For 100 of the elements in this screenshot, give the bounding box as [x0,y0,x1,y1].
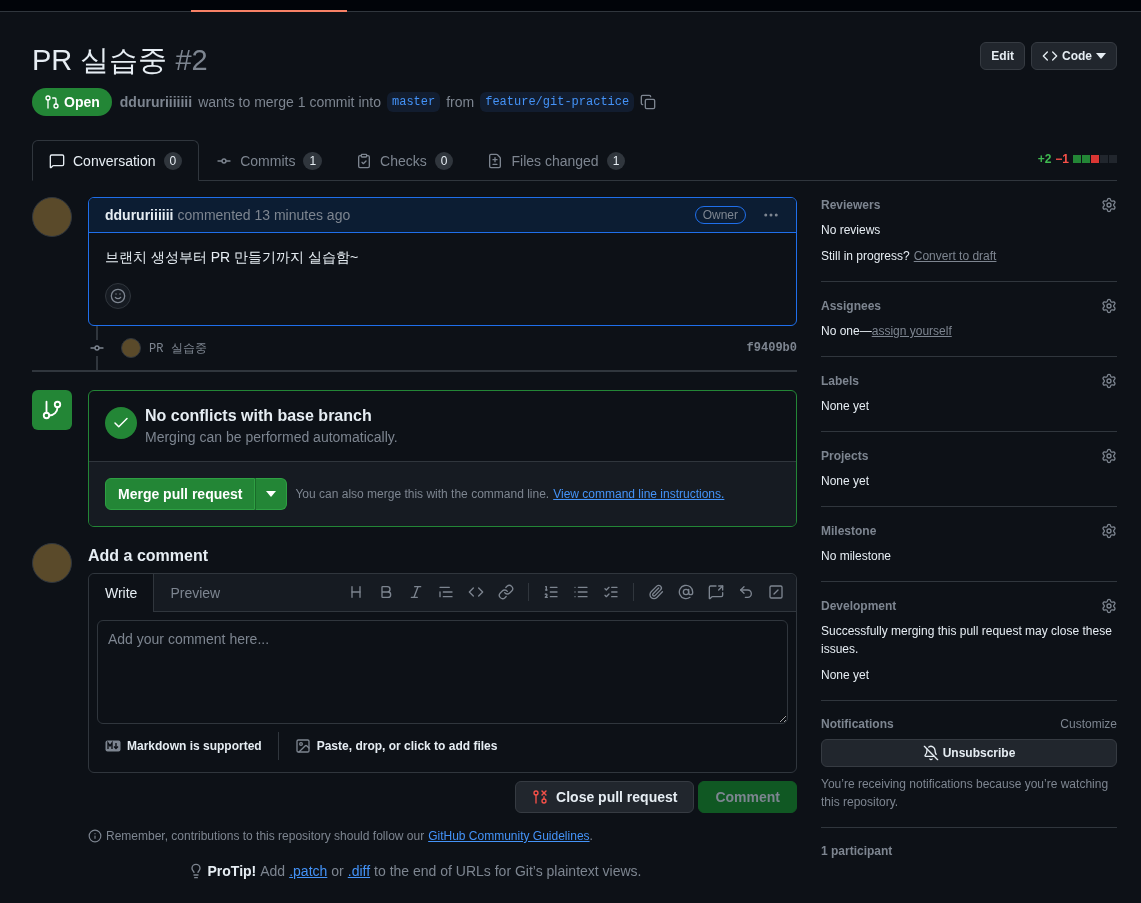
merge-button[interactable]: Merge pull request [105,478,256,510]
section-text: No milestone [821,548,892,565]
comment-author[interactable]: ddururiiiiii [105,207,174,223]
mention-icon[interactable] [678,584,694,600]
settings-icon[interactable] [1101,197,1117,213]
reply-icon[interactable] [738,584,754,600]
quote-icon[interactable] [438,584,454,600]
author-name[interactable]: ddururiiiiiii [119,94,193,110]
info-icon [88,829,102,843]
close-pr-button[interactable]: Close pull request [515,781,695,813]
reference-icon[interactable] [708,584,724,600]
section-link[interactable]: Convert to draft [913,247,997,265]
settings-icon[interactable] [1101,373,1117,389]
tab[interactable]: Checks 0 [339,140,471,181]
heading-icon[interactable] [348,584,364,600]
add-comment-heading: Add a comment [88,547,209,565]
slash-command-icon[interactable] [768,584,784,600]
branch-icon [41,399,63,421]
merge-hint: You can also merge this with the command line. [295,487,550,501]
tab-icon [356,152,373,169]
settings-icon[interactable] [1101,298,1117,314]
protip-text: Add [260,863,286,879]
section-title[interactable]: Projects [821,449,869,463]
reaction-button[interactable] [105,283,131,309]
tab[interactable]: Files changed 1 [470,140,643,181]
guidelines-link[interactable]: GitHub Community Guidelines [428,829,590,843]
pull-request-icon [44,94,60,110]
edit-button[interactable]: Edit [980,42,1025,70]
markdown-link[interactable]: Markdown is supported [105,735,262,757]
task-list-icon[interactable] [603,584,619,600]
settings-icon[interactable] [1101,598,1117,614]
section-link[interactable]: assign yourself [871,322,952,340]
bold-icon[interactable] [378,584,394,600]
link-icon[interactable] [498,584,514,600]
unsubscribe-button[interactable]: Unsubscribe [821,739,1117,767]
count-badge: 0 [434,151,454,170]
caret-icon [1096,53,1106,59]
base-branch[interactable]: master [387,92,441,112]
italic-icon[interactable] [408,584,424,600]
status-badge: Open [32,88,112,116]
section-text: None yet [821,667,870,684]
bullet-list-icon[interactable] [573,584,589,600]
section-text: Successfully merging this pull request may close these issues. [821,623,1113,658]
commit-sha[interactable]: f9409b0 [746,341,797,355]
merge-status-subtitle: Merging can be performed automatically. [145,429,398,445]
bell-off-icon [922,745,939,761]
section-title[interactable]: Development [821,599,897,613]
tab-icon [487,152,504,169]
merge-status-title: No conflicts with base branch [145,407,373,425]
smiley-icon [110,288,126,304]
copy-icon[interactable] [640,94,657,110]
deletions-count: −1 [1055,152,1069,166]
count-badge: 0 [163,151,183,170]
closed-pull-request-icon [532,789,549,805]
section-text: Still in progress? [821,248,910,265]
customize-link[interactable]: Customize [1060,717,1117,731]
code-icon[interactable] [468,584,484,600]
markdown-icon [105,740,121,752]
paperclip-icon[interactable] [648,584,664,600]
section-title[interactable]: Assignees [821,299,882,313]
period-text: . [589,829,593,843]
settings-icon[interactable] [1101,448,1117,464]
section-title[interactable]: Reviewers [821,198,881,212]
section-title[interactable]: Milestone [821,524,877,538]
merge-description: wants to merge 1 commit into [198,94,381,110]
patch-link[interactable]: .patch [289,863,328,879]
numbered-list-icon[interactable] [543,584,559,600]
editor-tab[interactable]: Write [89,574,155,612]
section-text: No one— [821,323,872,340]
comment-input[interactable]: Add your comment here... [97,620,788,724]
protip-text: or [331,863,344,879]
head-branch[interactable]: feature/git-practice [480,92,635,112]
section-text: None yet [821,473,870,490]
guidelines-text: Remember, contributions to this repository should follow our [106,829,425,843]
tab[interactable]: Commits 1 [199,140,340,181]
image-icon [294,738,311,754]
section-title: Notifications [821,717,894,731]
section-text: None yet [821,398,870,415]
notification-note: You’re receiving notifications because you’re watching this repository. [821,776,1110,811]
comment-time: commented 13 minutes ago [177,207,351,223]
protip-label: ProTip! [207,863,257,879]
tab[interactable]: Conversation 0 [32,140,200,181]
count-badge: 1 [606,151,626,170]
command-line-link[interactable]: View command line instructions. [553,487,725,501]
comment-body: 브랜치 생성부터 PR 만들기까지 실습함~ [105,249,360,267]
caret-icon [266,491,277,497]
commit-message[interactable]: PR 실습중 [149,339,207,357]
section-title: 1 participant [821,844,894,858]
diff-link[interactable]: .diff [347,863,371,879]
section-title[interactable]: Labels [821,374,859,388]
attach-files-button[interactable]: Paste, drop, or click to add files [294,734,498,758]
tab-icon [49,152,65,169]
code-dropdown-button[interactable]: Code [1031,42,1117,70]
protip-text: to the end of URLs for Git’s plaintext views. [374,863,642,879]
code-icon [1042,48,1058,64]
merge-options-button[interactable] [255,478,288,510]
count-badge: 1 [303,151,323,170]
editor-tab[interactable]: Preview [154,574,238,612]
section-text: No reviews [821,222,881,239]
settings-icon[interactable] [1101,523,1117,539]
